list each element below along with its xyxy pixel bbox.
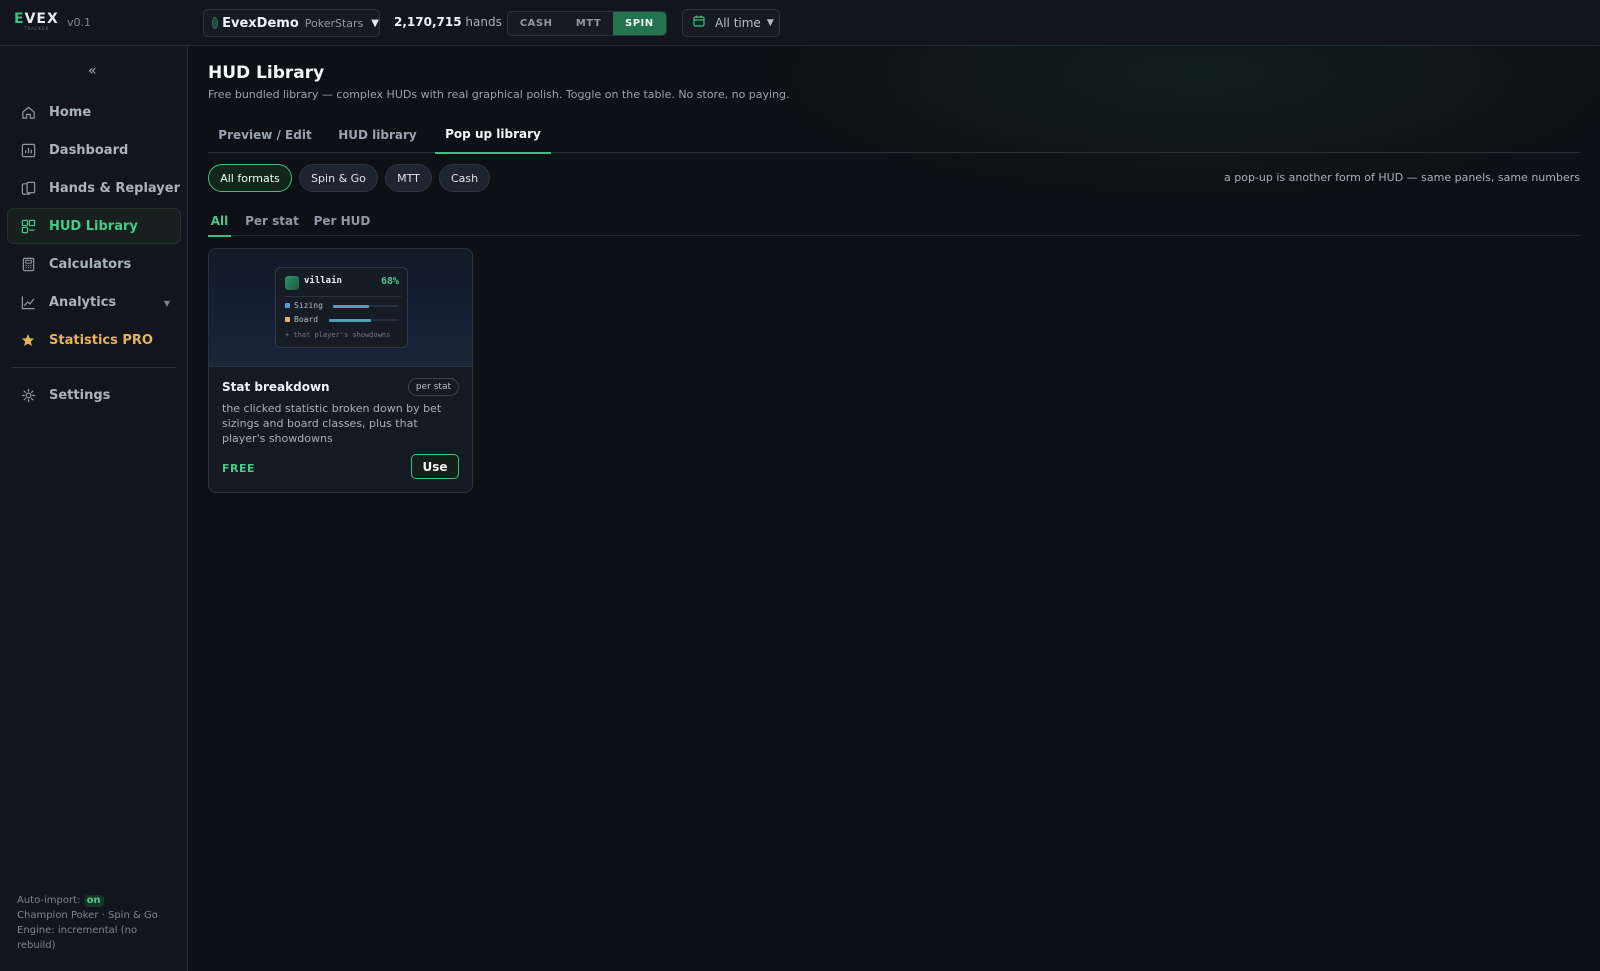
sidebar-item-label: Hands & Replayer xyxy=(49,180,181,196)
sidebar-item-settings[interactable]: Settings xyxy=(7,377,181,413)
chevron-down-icon: ▼ xyxy=(766,18,774,28)
card-title: Stat breakdown xyxy=(222,380,330,394)
chevron-down-icon: ▼ xyxy=(371,17,379,29)
subtab-per-stat[interactable]: Per stat xyxy=(244,206,300,236)
chip-all-formats[interactable]: All formats xyxy=(208,164,292,192)
tab-hud-library[interactable]: HUD library xyxy=(322,116,433,153)
preview-bar-fill xyxy=(333,304,370,308)
sidebar-item-label: Analytics xyxy=(49,294,117,310)
sidebar-item-label: Home xyxy=(49,104,92,120)
preview-stat-value: 68% xyxy=(380,276,399,287)
account-site: PokerStars xyxy=(304,16,364,30)
tab-popup-library[interactable]: Pop up library xyxy=(435,116,551,154)
format-segmented-control: CASH MTT SPIN xyxy=(507,11,667,36)
page-title: HUD Library xyxy=(208,63,325,83)
sidebar-item-dashboard[interactable]: Dashboard xyxy=(7,132,181,168)
status-badge: on xyxy=(83,895,104,907)
popup-mini-panel: villain 68% Sizing Board + that player's… xyxy=(275,267,408,348)
account-selector[interactable]: EvexDemo PokerStars ▼ xyxy=(203,9,380,37)
tab-preview-edit[interactable]: Preview / Edit xyxy=(208,116,322,153)
auto-import-status: Auto-import: on xyxy=(17,893,177,908)
card-description: the clicked statistic broken down by bet… xyxy=(222,402,442,445)
library-tabs: Preview / Edit HUD library Pop up librar… xyxy=(208,116,1580,154)
chip-spin-go[interactable]: Spin & Go xyxy=(299,164,378,192)
sidebar-item-label: Dashboard xyxy=(49,142,129,158)
subtab-per-hud[interactable]: Per HUD xyxy=(313,206,371,236)
account-avatar xyxy=(212,17,219,29)
preview-footer: + that player's showdowns xyxy=(285,331,391,339)
sidebar-item-home[interactable]: Home xyxy=(7,94,181,130)
account-name: EvexDemo xyxy=(222,15,299,31)
collapse-sidebar-button[interactable]: « xyxy=(88,63,97,79)
sidebar-item-calculators[interactable]: Calculators xyxy=(7,246,181,282)
date-range-selector[interactable]: All time ▼ xyxy=(682,9,780,37)
card-price: FREE xyxy=(222,462,256,475)
sidebar-item-label: Calculators xyxy=(49,256,132,272)
sidebar-item-label: HUD Library xyxy=(49,218,138,234)
app-version: v0.1 xyxy=(67,16,92,29)
preview-row-sizing: Sizing xyxy=(285,301,402,311)
app-logo[interactable]: EVEX TRACKER xyxy=(14,12,58,32)
popup-card: villain 68% Sizing Board + that player's… xyxy=(208,248,473,493)
chip-cash[interactable]: Cash xyxy=(439,164,490,192)
legend-dot xyxy=(285,317,290,322)
use-button[interactable]: Use xyxy=(411,454,459,479)
preview-bar-fill xyxy=(329,318,371,322)
avatar xyxy=(285,276,299,290)
chevron-down-icon: ▼ xyxy=(163,299,170,308)
sidebar-item-statistics-pro[interactable]: Statistics PRO xyxy=(7,322,181,358)
auto-import-label: Auto-import: xyxy=(17,895,81,906)
format-mtt-button[interactable]: MTT xyxy=(564,12,612,35)
main-content: HUD Library Free bundled library — compl… xyxy=(188,46,1600,971)
chip-mtt[interactable]: MTT xyxy=(385,164,432,192)
sidebar: « Home Dashboard Hands & Replayer HUD Li… xyxy=(0,46,188,971)
preview-row-label: Board xyxy=(294,315,319,324)
chart-line-icon xyxy=(20,294,36,310)
preview-divider xyxy=(284,296,401,297)
popup-preview: villain 68% Sizing Board + that player's… xyxy=(209,249,472,367)
sidebar-divider xyxy=(12,367,176,368)
home-icon xyxy=(20,104,36,120)
format-spin-button[interactable]: SPIN xyxy=(612,12,666,35)
subtab-all[interactable]: All xyxy=(208,206,231,237)
card-tag: per stat xyxy=(407,378,459,396)
date-range-label: All time xyxy=(715,16,761,30)
preview-row-label: Sizing xyxy=(294,301,323,310)
engine-line: Engine: incremental (no rebuild) xyxy=(17,925,138,951)
popup-note: a pop-up is another form of HUD — same p… xyxy=(1224,171,1580,184)
legend-dot xyxy=(285,303,290,308)
sidebar-item-hands-replayer[interactable]: Hands & Replayer xyxy=(7,170,181,206)
hands-count-label: hands xyxy=(465,15,502,29)
logo-text-rest: VEX xyxy=(24,11,59,27)
preview-bar-track xyxy=(333,304,399,308)
sidebar-item-label: Statistics PRO xyxy=(49,332,153,348)
format-cash-button[interactable]: CASH xyxy=(508,12,564,35)
preview-row-board: Board xyxy=(285,315,402,325)
sidebar-item-analytics[interactable]: Analytics ▼ xyxy=(7,284,181,320)
cards-icon xyxy=(20,180,36,196)
preview-player-name: villain xyxy=(304,276,342,286)
calendar-icon xyxy=(693,15,705,31)
page-subtitle: Free bundled library — complex HUDs with… xyxy=(208,88,790,101)
gear-icon xyxy=(20,387,36,403)
calculator-icon xyxy=(20,256,36,272)
import-site-line: Champion Poker · Spin & Go xyxy=(17,910,158,921)
scope-subtabs: All Per stat Per HUD xyxy=(208,206,1580,237)
dashboard-icon xyxy=(20,142,36,158)
sidebar-item-label: Settings xyxy=(49,387,111,403)
hud-icon xyxy=(20,218,36,234)
hands-count-value: 2,170,715 xyxy=(394,15,462,29)
sidebar-status: Auto-import: on Champion Poker · Spin & … xyxy=(17,893,177,953)
sidebar-item-hud-library[interactable]: HUD Library xyxy=(7,208,181,244)
top-bar: EVEX TRACKER v0.1 EvexDemo PokerStars ▼ … xyxy=(0,0,1600,46)
star-icon xyxy=(20,332,36,348)
preview-bar-track xyxy=(329,318,399,322)
hands-count: 2,170,715 hands xyxy=(394,15,502,29)
